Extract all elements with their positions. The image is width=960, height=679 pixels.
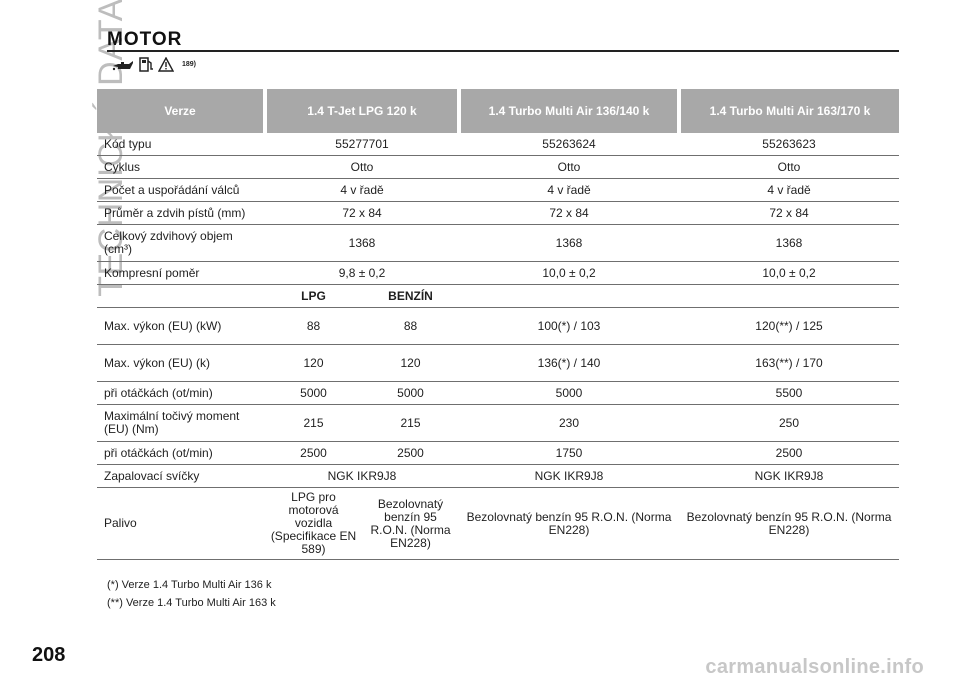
row-label: Cyklus (97, 155, 265, 179)
cell-value: Otto (265, 155, 459, 179)
engine-spec-table: Verze 1.4 T-Jet LPG 120 k 1.4 Turbo Mult… (97, 89, 899, 560)
cell-value: NGK IKR9J8 (265, 464, 459, 488)
empty-cell (459, 284, 679, 308)
table-row: Zapalovací svíčky NGK IKR9J8 NGK IKR9J8 … (97, 464, 899, 488)
table-row: při otáčkách (ot/min) 5000 5000 5000 550… (97, 381, 899, 405)
cell-value: 163(**) / 170 (679, 344, 899, 382)
cell-value: 1750 (459, 441, 679, 465)
header-multiair-136: 1.4 Turbo Multi Air 136/140 k (459, 89, 681, 133)
cell-value: 4 v řadě (459, 178, 679, 202)
cell-value: 5000 (362, 381, 459, 405)
cell-value: 55263623 (679, 133, 899, 156)
cell-value: 72 x 84 (265, 201, 459, 225)
cell-value: 120 (362, 344, 459, 382)
header-version: Verze (97, 89, 267, 133)
row-label: Max. výkon (EU) (k) (97, 344, 265, 382)
cell-value: 72 x 84 (679, 201, 899, 225)
cell-value: 5000 (459, 381, 679, 405)
cell-value: 1368 (459, 224, 679, 262)
cell-value: 88 (362, 307, 459, 345)
cell-value: LPG pro motorová vozidla (Specifikace EN… (265, 487, 362, 560)
cell-value: 215 (265, 404, 362, 442)
footnote-163: (**) Verze 1.4 Turbo Multi Air 163 k (107, 597, 276, 609)
cell-value: NGK IKR9J8 (679, 464, 899, 488)
table-row: Max. výkon (EU) (k) 120 120 136(*) / 140… (97, 344, 899, 382)
row-label: Palivo (97, 487, 265, 560)
cell-value: 1368 (265, 224, 459, 262)
cell-value: 120 (265, 344, 362, 382)
cell-value: 2500 (265, 441, 362, 465)
oil-can-icon (112, 61, 133, 71)
empty-cell (97, 284, 265, 308)
header-tjet-lpg: 1.4 T-Jet LPG 120 k (265, 89, 461, 133)
table-row: Palivo LPG pro motorová vozidla (Specifi… (97, 487, 899, 560)
subheader-lpg: LPG (265, 284, 362, 308)
table-row: Cyklus Otto Otto Otto (97, 155, 899, 179)
table-row: Průměr a zdvih pístů (mm) 72 x 84 72 x 8… (97, 201, 899, 225)
cell-value: Otto (679, 155, 899, 179)
row-label: Maximální točivý moment (EU) (Nm) (97, 404, 265, 442)
cell-value: Otto (459, 155, 679, 179)
row-label: při otáčkách (ot/min) (97, 381, 265, 405)
warning-triangle-icon (158, 56, 174, 72)
cell-value: 230 (459, 404, 679, 442)
cell-value: 1368 (679, 224, 899, 262)
page-number: 208 (32, 644, 66, 666)
cell-value: 4 v řadě (679, 178, 899, 202)
cell-value: 120(**) / 125 (679, 307, 899, 345)
warning-reference: 189) (182, 60, 197, 68)
cell-value: 10,0 ± 0,2 (679, 261, 899, 285)
cell-value: 2500 (679, 441, 899, 465)
cell-value: 2500 (362, 441, 459, 465)
row-label: Zapalovací svíčky (97, 464, 265, 488)
chapter-side-title: TECHNICKÁ DATA (38, 0, 130, 297)
cell-value: 5000 (265, 381, 362, 405)
cell-value: 5500 (679, 381, 899, 405)
row-label: Kód typu (97, 133, 265, 156)
cell-value: 250 (679, 404, 899, 442)
cell-value: 215 (362, 404, 459, 442)
cell-value: 9,8 ± 0,2 (265, 261, 459, 285)
cell-value: Bezolovnatý benzín 95 R.O.N. (Norma EN22… (459, 487, 679, 560)
row-label: Počet a uspořádání válců (97, 178, 265, 202)
section-title: MOTOR (107, 29, 183, 50)
table-row: Celkový zdvihový objem (cm³) 1368 1368 1… (97, 224, 899, 262)
empty-cell (679, 284, 899, 308)
table-row: Max. výkon (EU) (kW) 88 88 100(*) / 103 … (97, 307, 899, 345)
cell-value: Bezolovnatý benzín 95 R.O.N. (Norma EN22… (679, 487, 899, 560)
cell-value: NGK IKR9J8 (459, 464, 679, 488)
cell-value: 72 x 84 (459, 201, 679, 225)
table-row: Kód typu 55277701 55263624 55263623 (97, 133, 899, 156)
watermark-text: carmanualsonline.info (705, 656, 924, 678)
header-multiair-163: 1.4 Turbo Multi Air 163/170 k (679, 89, 899, 133)
table-header-row: Verze 1.4 T-Jet LPG 120 k 1.4 Turbo Mult… (97, 89, 899, 133)
fuel-subheader-row: LPG BENZÍN (97, 284, 899, 308)
row-label: Max. výkon (EU) (kW) (97, 307, 265, 345)
cell-value: 4 v řadě (265, 178, 459, 202)
table-row: Počet a uspořádání válců 4 v řadě 4 v řa… (97, 178, 899, 202)
row-label: Průměr a zdvih pístů (mm) (97, 201, 265, 225)
table-row: při otáčkách (ot/min) 2500 2500 1750 250… (97, 441, 899, 465)
row-label: Celkový zdvihový objem (cm³) (97, 224, 265, 262)
cell-value: 136(*) / 140 (459, 344, 679, 382)
icon-strip: 189) (112, 55, 196, 73)
cell-value: 100(*) / 103 (459, 307, 679, 345)
table-row: Kompresní poměr 9,8 ± 0,2 10,0 ± 0,2 10,… (97, 261, 899, 285)
cell-value: Bezolovnatý benzín 95 R.O.N. (Norma EN22… (362, 487, 459, 560)
footnote-136: (*) Verze 1.4 Turbo Multi Air 136 k (107, 579, 272, 591)
cell-value: 10,0 ± 0,2 (459, 261, 679, 285)
cell-value: 88 (265, 307, 362, 345)
cell-value: 55263624 (459, 133, 679, 156)
section-divider (107, 50, 899, 52)
cell-value: 55277701 (265, 133, 459, 156)
row-label: při otáčkách (ot/min) (97, 441, 265, 465)
fuel-pump-icon (139, 57, 153, 72)
subheader-petrol: BENZÍN (362, 284, 459, 308)
table-row: Maximální točivý moment (EU) (Nm) 215 21… (97, 404, 899, 442)
row-label: Kompresní poměr (97, 261, 265, 285)
